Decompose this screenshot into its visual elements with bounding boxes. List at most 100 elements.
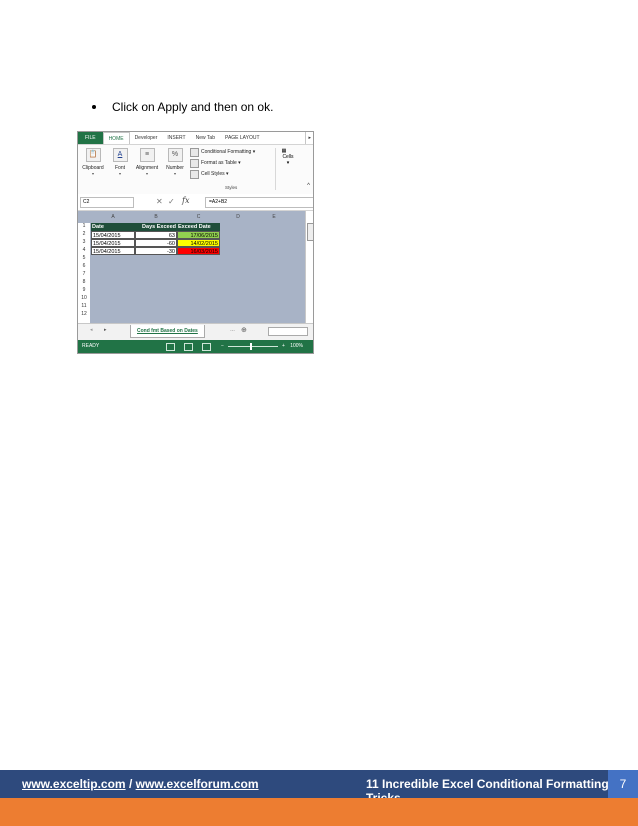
tab-page-layout[interactable]: PAGE LAYOUT: [220, 132, 265, 144]
cell-a3[interactable]: 15/04/2015: [91, 239, 135, 247]
conditional-formatting-button[interactable]: Conditional Formatting ▾: [190, 147, 255, 158]
status-bar: READY − + 100%: [78, 340, 313, 353]
row-header[interactable]: 8: [78, 279, 90, 285]
cell-a4[interactable]: 15/04/2015: [91, 247, 135, 255]
row-header[interactable]: 9: [78, 287, 90, 293]
excelforum-link[interactable]: www.excelforum.com: [136, 777, 259, 791]
styles-label: Styles: [225, 185, 238, 190]
instruction-text: Click on Apply and then on ok.: [112, 100, 274, 114]
chevron-down-icon: ▾: [145, 171, 148, 176]
chevron-down-icon: ▾: [91, 171, 94, 176]
cell-styles-icon: [190, 170, 199, 179]
footer-orange-band: [0, 798, 638, 826]
scrollbar-thumb[interactable]: [307, 223, 313, 241]
zoom-level: 100%: [290, 343, 303, 349]
chevron-down-icon: ▾: [118, 171, 121, 176]
more-sheets-icon[interactable]: …: [230, 327, 235, 333]
normal-view-icon[interactable]: [166, 343, 175, 351]
ribbon: 📋 Clipboard ▾ A Font ▾ ≡ Alignment ▾ % N…: [78, 144, 313, 195]
clipboard-group[interactable]: 📋 Clipboard ▾: [79, 148, 107, 176]
format-as-table-button[interactable]: Format as Table ▾: [190, 158, 255, 169]
chevron-down-icon: ▾: [173, 171, 176, 176]
percent-icon: %: [167, 148, 183, 162]
bullet-dot: [92, 105, 96, 109]
tab-file[interactable]: FILE: [78, 132, 103, 144]
column-header-d[interactable]: D: [220, 214, 256, 220]
formula-input[interactable]: =A2+B2: [205, 197, 313, 208]
zoom-slider[interactable]: [228, 346, 278, 347]
ribbon-tabs: FILE HOME Developer INSERT New Tab PAGE …: [78, 132, 313, 145]
row-header[interactable]: 2: [78, 231, 90, 237]
row-header[interactable]: 11: [78, 303, 90, 309]
zoom-in-icon[interactable]: +: [282, 340, 285, 353]
table-icon: [190, 159, 199, 168]
ready-status: READY: [82, 343, 100, 349]
column-header-b[interactable]: B: [135, 214, 177, 220]
conditional-formatting-icon: [190, 148, 199, 157]
header-cell-exceed-date[interactable]: Exceed Date: [177, 223, 220, 231]
header-cell-date[interactable]: Date: [91, 223, 135, 231]
row-header[interactable]: 12: [78, 311, 90, 317]
cell-c4[interactable]: 16/03/2015: [177, 247, 220, 255]
enter-icon[interactable]: ✓: [168, 197, 175, 206]
sheet-tab-cond-fmt[interactable]: Cond fmt Based on Dates: [130, 325, 205, 338]
cell-c2[interactable]: 17/06/2015: [177, 231, 220, 239]
prev-sheet-icon[interactable]: ◂: [90, 327, 93, 333]
page-break-view-icon[interactable]: [202, 343, 211, 351]
exceltip-link[interactable]: www.exceltip.com: [22, 777, 126, 791]
tab-developer[interactable]: Developer: [130, 132, 163, 144]
column-headers: A B C D E: [78, 214, 306, 222]
styles-group: Conditional Formatting ▾ Format as Table…: [190, 147, 255, 180]
number-group[interactable]: % Number ▾: [163, 148, 187, 176]
cell-styles-button[interactable]: Cell Styles ▾: [190, 169, 255, 180]
horizontal-scrollbar[interactable]: [268, 327, 308, 336]
font-group[interactable]: A Font ▾: [110, 148, 130, 176]
page-number: 7: [608, 770, 638, 798]
worksheet-grid[interactable]: A B C D E 1 2 3 4 5 6 7 8 9 10 11 12 Dat…: [78, 211, 313, 323]
zoom-out-icon[interactable]: −: [221, 340, 224, 353]
instruction-bullet: Click on Apply and then on ok.: [92, 100, 273, 114]
cell-b4[interactable]: -30: [135, 247, 177, 255]
ribbon-divider: [275, 148, 276, 190]
vertical-scrollbar[interactable]: [305, 211, 313, 323]
alignment-icon: ≡: [139, 148, 155, 162]
column-header-c[interactable]: C: [177, 214, 220, 220]
row-header[interactable]: 5: [78, 255, 90, 261]
insert-function-icon[interactable]: fx: [182, 196, 189, 205]
row-header[interactable]: 7: [78, 271, 90, 277]
next-sheet-icon[interactable]: ▸: [104, 327, 107, 333]
row-header[interactable]: 6: [78, 263, 90, 269]
alignment-group[interactable]: ≡ Alignment ▾: [131, 148, 163, 176]
row-header[interactable]: 3: [78, 239, 90, 245]
font-icon: A: [112, 148, 128, 162]
excel-screenshot: FILE HOME Developer INSERT New Tab PAGE …: [77, 131, 314, 354]
row-headers: 1 2 3 4 5 6 7 8 9 10 11 12: [78, 223, 90, 323]
tab-new-tab[interactable]: New Tab: [191, 132, 220, 144]
paste-icon: 📋: [85, 148, 101, 162]
tab-insert[interactable]: INSERT: [162, 132, 190, 144]
cell-a2[interactable]: 15/04/2015: [91, 231, 135, 239]
column-header-a[interactable]: A: [91, 214, 135, 220]
zoom-slider-handle[interactable]: [250, 343, 252, 350]
cell-b3[interactable]: -60: [135, 239, 177, 247]
row-header[interactable]: 4: [78, 247, 90, 253]
name-box[interactable]: C2: [80, 197, 134, 208]
collapse-ribbon-icon[interactable]: ^: [307, 183, 310, 189]
sheet-tab-bar: ◂ ▸ Cond fmt Based on Dates … ⊕: [78, 323, 313, 340]
add-sheet-icon[interactable]: ⊕: [241, 326, 247, 334]
row-header[interactable]: 10: [78, 295, 90, 301]
formula-bar: C2 ✕ ✓ fx =A2+B2: [78, 194, 313, 211]
column-header-e[interactable]: E: [256, 214, 292, 220]
header-cell-days-exceed[interactable]: Days Exceed: [135, 223, 177, 231]
link-separator: /: [128, 777, 133, 791]
row-header[interactable]: 1: [78, 223, 90, 229]
page-footer: www.exceltip.com / www.excelforum.com 11…: [0, 770, 638, 805]
chevron-down-icon: ▾: [286, 160, 290, 166]
tabs-scroll-right-icon[interactable]: ▸: [305, 132, 313, 144]
footer-links: www.exceltip.com / www.excelforum.com: [22, 777, 259, 791]
cells-group[interactable]: ▦ Cells ▾: [279, 148, 297, 166]
page-layout-view-icon[interactable]: [184, 343, 193, 351]
cell-b2[interactable]: 63: [135, 231, 177, 239]
cell-c3[interactable]: 14/02/2015: [177, 239, 220, 247]
cancel-icon[interactable]: ✕: [156, 197, 163, 206]
